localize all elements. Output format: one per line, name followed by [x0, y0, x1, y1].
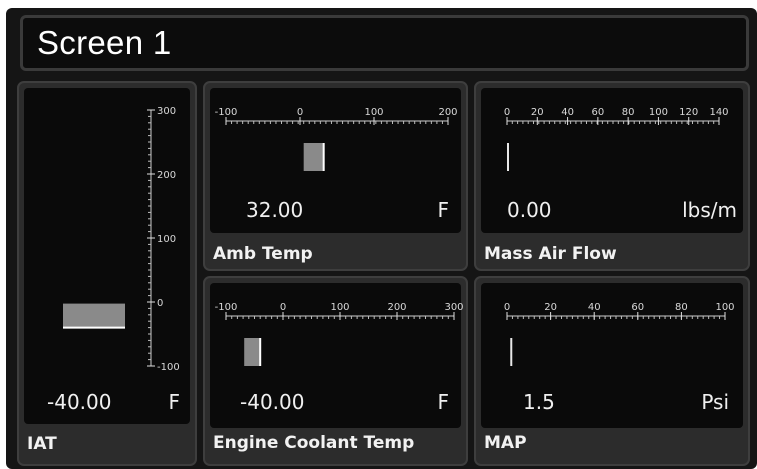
iat-value-bar [63, 303, 125, 328]
gauge-label-amb-temp: Amb Temp [213, 244, 313, 264]
gauge-display-mass-air-flow: 0 20 40 60 80 100 120 140 0.00 lbs/m [481, 88, 743, 233]
gauge-display-amb-temp: -100 0 100 200 32.00 F [210, 88, 461, 233]
amb-temp-tick-label: 200 [438, 107, 457, 118]
mass-air-flow-tick-label: 120 [679, 107, 698, 118]
vertical-gauge-iat: 300 200 100 0 -100 [63, 106, 180, 373]
gauge-panel-iat[interactable]: 300 200 100 0 -100 -40.00 F IAT [17, 81, 197, 466]
gauge-panel-map[interactable]: 0 20 40 60 80 100 1.5 Psi MAP [474, 276, 750, 466]
gauge-label-mass-air-flow: Mass Air Flow [484, 244, 617, 264]
iat-tick-label: 100 [157, 234, 176, 245]
engine-coolant-temp-value-bar [244, 338, 261, 366]
gauge-value-engine-coolant-temp: -40.00 [240, 390, 305, 414]
engine-coolant-temp-tick-label: 100 [330, 302, 349, 313]
mass-air-flow-tick-label: 140 [709, 107, 728, 118]
iat-tick-label: 300 [157, 106, 176, 117]
map-tick-label: 40 [588, 302, 601, 313]
screen-title: Screen 1 [37, 24, 172, 61]
map-tick-label: 100 [715, 302, 734, 313]
gauge-unit-amb-temp: F [437, 198, 449, 222]
engine-coolant-temp-tick-label: -100 [215, 302, 238, 313]
amb-temp-tick-label: -100 [215, 107, 238, 118]
gauge-value-amb-temp: 32.00 [246, 198, 304, 222]
gauge-value-map: 1.5 [523, 390, 555, 414]
amb-temp-value-bar [303, 143, 324, 171]
gauge-value-mass-air-flow: 0.00 [507, 198, 552, 222]
gauge-display-iat: 300 200 100 0 -100 -40.00 F [24, 88, 190, 424]
iat-tick-label: 200 [157, 170, 176, 181]
engine-coolant-temp-tick-label: 200 [387, 302, 406, 313]
mass-air-flow-tick-label: 60 [591, 107, 604, 118]
mass-air-flow-tick-label: 80 [622, 107, 635, 118]
map-tick-label: 20 [544, 302, 557, 313]
mass-air-flow-tick-label: 0 [504, 107, 510, 118]
gauge-panel-amb-temp[interactable]: -100 0 100 200 32.00 F Amb Temp [203, 81, 468, 271]
gauge-label-map: MAP [484, 433, 527, 453]
mass-air-flow-tick-label: 40 [561, 107, 574, 118]
iat-tick-label: -100 [157, 362, 180, 373]
gauge-label-iat: IAT [27, 434, 57, 454]
map-tick-label: 60 [631, 302, 644, 313]
map-tick-label: 80 [675, 302, 688, 313]
engine-coolant-temp-tick-label: 300 [444, 302, 463, 313]
mass-air-flow-tick-label: 20 [531, 107, 544, 118]
gauge-unit-engine-coolant-temp: F [437, 390, 449, 414]
dashboard-frame: Screen 1 300 200 100 0 -100 -40.00 F IAT -10… [6, 8, 757, 469]
gauge-unit-mass-air-flow: lbs/m [682, 198, 737, 222]
gauge-display-map: 0 20 40 60 80 100 1.5 Psi [481, 283, 743, 428]
mass-air-flow-tick-label: 100 [649, 107, 668, 118]
iat-tick-label: 0 [157, 298, 163, 309]
gauge-label-engine-coolant-temp: Engine Coolant Temp [213, 433, 415, 453]
engine-coolant-temp-tick-label: 0 [280, 302, 286, 313]
screen-header[interactable]: Screen 1 [20, 15, 749, 71]
gauge-panel-engine-coolant-temp[interactable]: -100 0 100 200 300 -40.00 F Engine Coolant T… [203, 276, 468, 466]
gauge-unit-map: Psi [701, 390, 729, 414]
amb-temp-tick-label: 0 [297, 107, 303, 118]
map-tick-label: 0 [504, 302, 510, 313]
amb-temp-tick-label: 100 [364, 107, 383, 118]
gauge-unit-iat: F [168, 390, 180, 414]
gauge-panel-mass-air-flow[interactable]: 0 20 40 60 80 100 120 140 0.00 lbs/m Mass Air F… [474, 81, 750, 271]
gauge-value-iat: -40.00 [47, 390, 112, 414]
gauge-display-engine-coolant-temp: -100 0 100 200 300 -40.00 F [210, 283, 464, 428]
